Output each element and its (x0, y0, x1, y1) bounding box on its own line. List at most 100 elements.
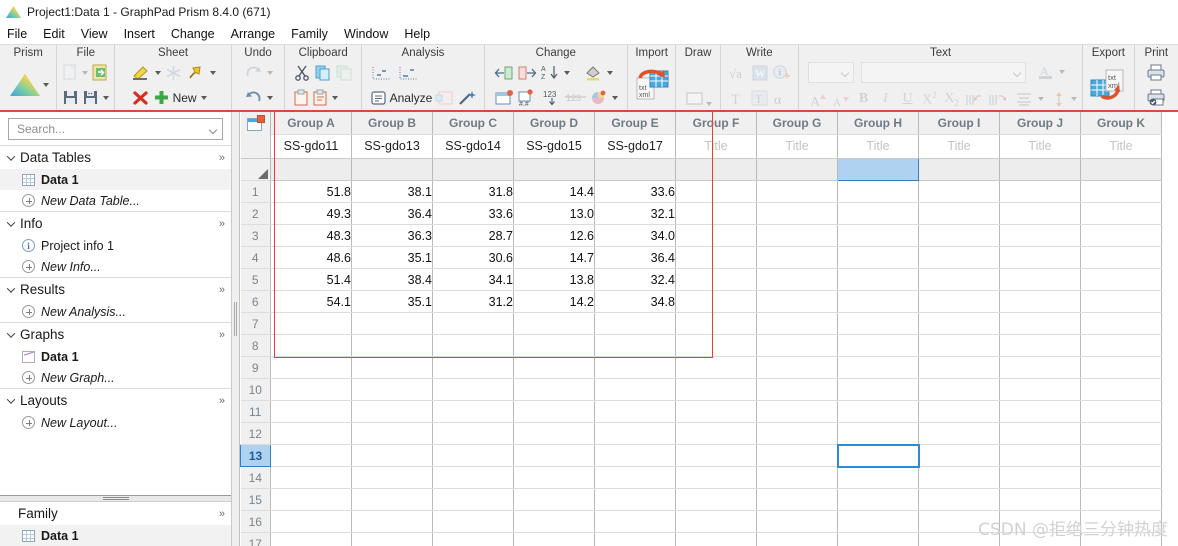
column-title-cell[interactable]: Title (756, 134, 838, 159)
data-cell[interactable] (756, 334, 838, 357)
number-format-icon[interactable]: 123 (542, 89, 562, 106)
analyze-icon[interactable] (370, 90, 387, 106)
data-cell[interactable] (675, 488, 757, 511)
data-cell[interactable] (999, 466, 1081, 489)
nav-header-results[interactable]: Results » (0, 278, 231, 301)
sort-caret-icon[interactable] (563, 70, 570, 75)
prism-triangle-icon[interactable] (8, 72, 42, 98)
new-sheet-icon[interactable] (153, 89, 170, 106)
data-cell[interactable]: 13.0 (513, 202, 595, 225)
menu-arrange[interactable]: Arrange (231, 27, 284, 41)
menu-file[interactable]: File (7, 27, 36, 41)
data-cell[interactable] (351, 532, 433, 546)
duplicate-icon[interactable] (335, 64, 353, 81)
data-cell[interactable] (837, 290, 919, 313)
analyze-curve-2-icon[interactable] (397, 64, 421, 82)
data-cell[interactable] (513, 312, 595, 335)
highlight-icon[interactable] (131, 64, 151, 81)
chevrons-right-icon[interactable]: » (219, 508, 231, 520)
font-name-combo[interactable] (861, 61, 1026, 83)
data-cell[interactable] (675, 224, 757, 247)
redo-icon[interactable] (244, 64, 263, 81)
data-cell[interactable] (675, 532, 757, 546)
subscript-icon[interactable]: X2 (942, 91, 961, 108)
chevron-down-icon[interactable] (209, 125, 218, 134)
sidebar-item-data-1[interactable]: Data 1 (0, 169, 231, 190)
data-cell[interactable]: 48.3 (270, 224, 352, 247)
chevrons-right-icon[interactable]: » (219, 329, 231, 341)
data-cell[interactable] (351, 312, 433, 335)
data-cell[interactable] (675, 422, 757, 445)
data-cell[interactable] (432, 334, 514, 357)
data-cell[interactable] (594, 334, 676, 357)
row-header[interactable]: 5 (240, 268, 271, 291)
column-title-cell[interactable]: SS-gdo11 (270, 134, 352, 159)
data-cell[interactable]: 28.7 (432, 224, 514, 247)
print-preview-icon[interactable] (1146, 89, 1166, 106)
column-group-header[interactable]: Group K (1080, 112, 1162, 135)
data-cell[interactable] (918, 356, 1000, 379)
data-cell[interactable] (756, 422, 838, 445)
data-cell[interactable] (918, 378, 1000, 401)
move-right-icon[interactable] (517, 65, 537, 81)
column-title-cell[interactable]: Title (1080, 134, 1162, 159)
data-cell[interactable] (1080, 312, 1162, 335)
data-cell[interactable] (918, 334, 1000, 357)
underline-icon[interactable]: U (898, 91, 917, 107)
data-cell[interactable] (1080, 466, 1162, 489)
data-cell[interactable] (594, 444, 676, 467)
sidebar-splitter[interactable] (0, 495, 231, 502)
new-sheet-label[interactable]: New (173, 91, 197, 105)
data-cell[interactable] (432, 378, 514, 401)
data-cell[interactable] (513, 334, 595, 357)
data-cell[interactable] (1080, 356, 1162, 379)
column-subheader-cell[interactable] (837, 158, 919, 181)
save-as-caret-icon[interactable] (103, 95, 110, 100)
data-cell[interactable]: 36.4 (594, 246, 676, 269)
row-header[interactable]: 1 (240, 180, 271, 203)
data-cell[interactable]: 14.2 (513, 290, 595, 313)
redo-caret-icon[interactable] (266, 70, 273, 75)
data-cell[interactable] (1080, 488, 1162, 511)
data-cell[interactable] (513, 422, 595, 445)
data-cell[interactable] (675, 334, 757, 357)
data-cell[interactable] (918, 510, 1000, 533)
paste-special-icon[interactable] (312, 89, 328, 106)
open-file-icon[interactable] (91, 64, 109, 81)
column-subheader-cell[interactable] (594, 158, 676, 181)
data-cell[interactable] (837, 378, 919, 401)
data-cell[interactable] (270, 422, 352, 445)
data-cell[interactable]: 54.1 (270, 290, 352, 313)
data-cell[interactable] (513, 466, 595, 489)
analyze-curve-icon[interactable] (370, 64, 394, 82)
data-sheet[interactable]: Group A Group B Group C Group D Group E Group… (240, 112, 1178, 546)
menu-help[interactable]: Help (404, 27, 439, 41)
data-cell[interactable] (999, 180, 1081, 203)
data-cell[interactable] (756, 400, 838, 423)
data-cell[interactable] (270, 488, 352, 511)
italic-icon[interactable]: I (876, 91, 895, 107)
sheet-splitter[interactable] (232, 112, 240, 546)
data-cell[interactable] (675, 444, 757, 467)
info-add-icon[interactable]: i (772, 64, 791, 81)
sort-az-icon[interactable]: AZ (540, 64, 560, 81)
data-cell[interactable] (999, 422, 1081, 445)
data-cell[interactable] (837, 268, 919, 291)
freeze-icon[interactable] (164, 64, 183, 82)
row-header[interactable]: 2 (240, 202, 271, 225)
data-cell[interactable] (675, 246, 757, 269)
prism-menu-caret-icon[interactable] (42, 83, 49, 87)
data-cell[interactable] (432, 400, 514, 423)
column-subheader-cell[interactable] (918, 158, 1000, 181)
row-header[interactable]: 17 (240, 532, 271, 546)
data-cell[interactable] (756, 224, 838, 247)
line-spacing-caret-icon[interactable] (1071, 97, 1077, 101)
column-group-header[interactable]: Group E (594, 112, 676, 135)
data-cell[interactable] (351, 356, 433, 379)
data-cell[interactable] (837, 312, 919, 335)
data-cell[interactable] (594, 356, 676, 379)
chevron-down-icon[interactable] (4, 221, 18, 227)
analyze-label[interactable]: Analyze (390, 91, 433, 105)
data-cell[interactable] (1080, 224, 1162, 247)
align-caret-icon[interactable] (1038, 97, 1044, 101)
